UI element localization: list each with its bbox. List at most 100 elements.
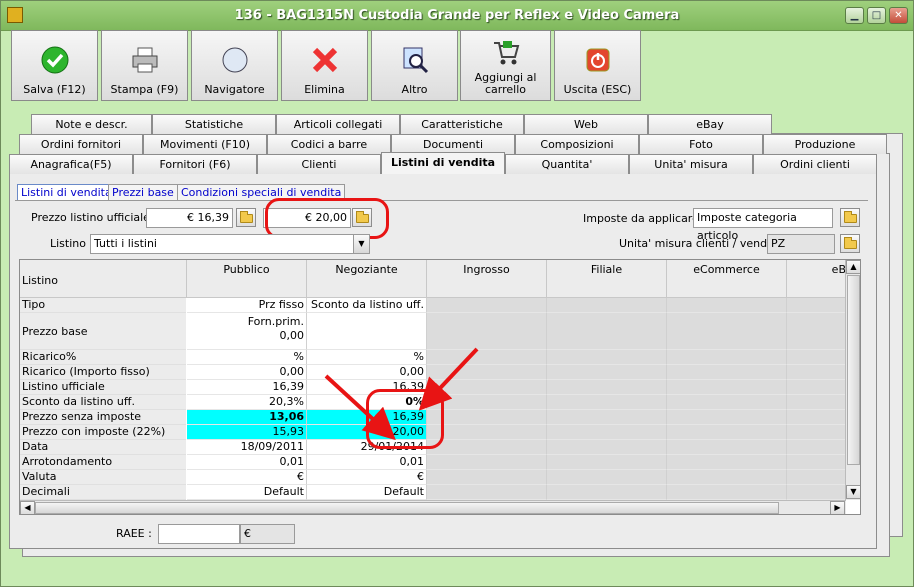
minimize-button[interactable]: ▁	[845, 7, 864, 24]
scroll-left-icon[interactable]: ◀	[20, 501, 35, 514]
save-button[interactable]: Salva (F12)	[11, 30, 98, 101]
cell-pubblico[interactable]: 16,39	[187, 380, 307, 395]
tab-movimenti[interactable]: Movimenti (F10)	[143, 134, 267, 154]
cell-empty[interactable]	[787, 455, 847, 470]
tab-codici-a-barre[interactable]: Codici a barre	[267, 134, 391, 154]
cell-empty[interactable]	[667, 298, 787, 313]
cell-empty[interactable]	[787, 380, 847, 395]
print-button[interactable]: Stampa (F9)	[101, 30, 188, 101]
cell-empty[interactable]	[547, 380, 667, 395]
cell-pubblico[interactable]: 13,06	[187, 410, 307, 425]
cell-empty[interactable]	[787, 395, 847, 410]
tab-statistiche[interactable]: Statistiche	[152, 114, 276, 134]
cell-empty[interactable]	[547, 425, 667, 440]
raee-field[interactable]	[158, 524, 240, 544]
cell-empty[interactable]	[547, 313, 667, 350]
tab-foto[interactable]: Foto	[639, 134, 763, 154]
cell-empty[interactable]	[547, 298, 667, 313]
cell-empty[interactable]	[547, 350, 667, 365]
delete-button[interactable]: Elimina	[281, 30, 368, 101]
tab-fornitori[interactable]: Fornitori (F6)	[133, 154, 257, 174]
cell-empty[interactable]	[667, 395, 787, 410]
maximize-button[interactable]: □	[867, 7, 886, 24]
cell-pubblico[interactable]: 15,93	[187, 425, 307, 440]
cell-empty[interactable]	[667, 410, 787, 425]
cell-empty[interactable]	[547, 365, 667, 380]
imposte-folder-button[interactable]	[840, 208, 860, 227]
close-button[interactable]: ✕	[889, 7, 908, 24]
column-header-pubblico[interactable]: Pubblico	[187, 260, 307, 298]
vertical-scrollbar[interactable]: ▲ ▼	[845, 260, 860, 500]
title-bar[interactable]: 136 - BAG1315N Custodia Grande per Refle…	[1, 1, 913, 31]
exit-button[interactable]: Uscita (ESC)	[554, 30, 641, 101]
cell-empty[interactable]	[547, 395, 667, 410]
horizontal-scroll-thumb[interactable]	[35, 502, 779, 514]
cell-empty[interactable]	[787, 470, 847, 485]
cell-empty[interactable]	[667, 485, 787, 500]
cell-negoziante[interactable]: Default	[307, 485, 427, 500]
imposte-field[interactable]: Imposte categoria articolo	[693, 208, 833, 242]
cell-empty[interactable]	[787, 365, 847, 380]
cell-empty[interactable]	[787, 410, 847, 425]
scroll-right-icon[interactable]: ▶	[830, 501, 845, 514]
cell-pubblico[interactable]: Prz fisso	[187, 298, 307, 313]
cell-empty[interactable]	[667, 440, 787, 455]
tab-ordini-clienti[interactable]: Ordini clienti	[753, 154, 877, 174]
cell-empty[interactable]	[667, 425, 787, 440]
tab-articoli-collegati[interactable]: Articoli collegati	[276, 114, 400, 134]
cell-empty[interactable]	[787, 425, 847, 440]
subtab-prezzi-base[interactable]: Prezzi base	[108, 184, 178, 201]
tab-clienti[interactable]: Clienti	[257, 154, 381, 174]
cell-negoziante[interactable]: Sconto da listino uff.	[307, 298, 427, 313]
tab-web[interactable]: Web	[524, 114, 648, 134]
subtab-listini-di-vendita[interactable]: Listini di vendita	[17, 184, 116, 201]
vertical-scroll-thumb[interactable]	[847, 275, 860, 465]
cell-pubblico[interactable]: Default	[187, 485, 307, 500]
column-header-ecommerce[interactable]: eCommerce	[667, 260, 787, 298]
column-header-ingrosso[interactable]: Ingrosso	[427, 260, 547, 298]
column-header-ebay[interactable]: eB	[787, 260, 847, 298]
add-to-cart-button[interactable]: Aggiungi al carrello	[460, 30, 551, 101]
prezzo-folder-button[interactable]	[236, 208, 256, 227]
cell-empty[interactable]	[667, 365, 787, 380]
cell-pubblico[interactable]: %	[187, 350, 307, 365]
cell-empty[interactable]	[787, 440, 847, 455]
tab-documenti[interactable]: Documenti	[391, 134, 515, 154]
cell-empty[interactable]	[427, 298, 547, 313]
cell-empty[interactable]	[667, 350, 787, 365]
tab-quantita[interactable]: Quantita'	[505, 154, 629, 174]
cell-empty[interactable]	[427, 485, 547, 500]
cell-empty[interactable]	[547, 410, 667, 425]
tab-ebay[interactable]: eBay	[648, 114, 772, 134]
scroll-up-icon[interactable]: ▲	[846, 260, 860, 274]
cell-negoziante[interactable]: €	[307, 470, 427, 485]
cell-empty[interactable]	[427, 470, 547, 485]
cell-empty[interactable]	[667, 313, 787, 350]
chevron-down-icon[interactable]: ▼	[353, 235, 369, 253]
cell-empty[interactable]	[547, 440, 667, 455]
cell-empty[interactable]	[667, 455, 787, 470]
more-button[interactable]: Altro	[371, 30, 458, 101]
navigator-button[interactable]: Navigatore	[191, 30, 278, 101]
cell-pubblico[interactable]: 20,3%	[187, 395, 307, 410]
cell-empty[interactable]	[547, 485, 667, 500]
tab-composizioni[interactable]: Composizioni	[515, 134, 639, 154]
tab-note-descr[interactable]: Note e descr.	[31, 114, 152, 134]
cell-empty[interactable]	[547, 470, 667, 485]
cell-empty[interactable]	[667, 470, 787, 485]
tab-ordini-fornitori[interactable]: Ordini fornitori	[19, 134, 143, 154]
prezzo-listino-field[interactable]: € 16,39	[146, 208, 233, 228]
cell-empty[interactable]	[787, 350, 847, 365]
tab-unita-misura[interactable]: Unita' misura	[629, 154, 753, 174]
unita-misura-field[interactable]: PZ	[767, 234, 835, 254]
cell-empty[interactable]	[547, 455, 667, 470]
tab-produzione[interactable]: Produzione	[763, 134, 887, 154]
cell-pubblico[interactable]: Forn.prim. 0,00	[187, 313, 307, 350]
cell-empty[interactable]	[787, 298, 847, 313]
horizontal-scrollbar[interactable]: ◀ ▶	[20, 500, 846, 514]
cell-pubblico[interactable]: €	[187, 470, 307, 485]
cell-empty[interactable]	[787, 485, 847, 500]
unita-folder-button[interactable]	[840, 234, 860, 253]
column-header-negoziante[interactable]: Negoziante	[307, 260, 427, 298]
cell-pubblico[interactable]: 0,01	[187, 455, 307, 470]
